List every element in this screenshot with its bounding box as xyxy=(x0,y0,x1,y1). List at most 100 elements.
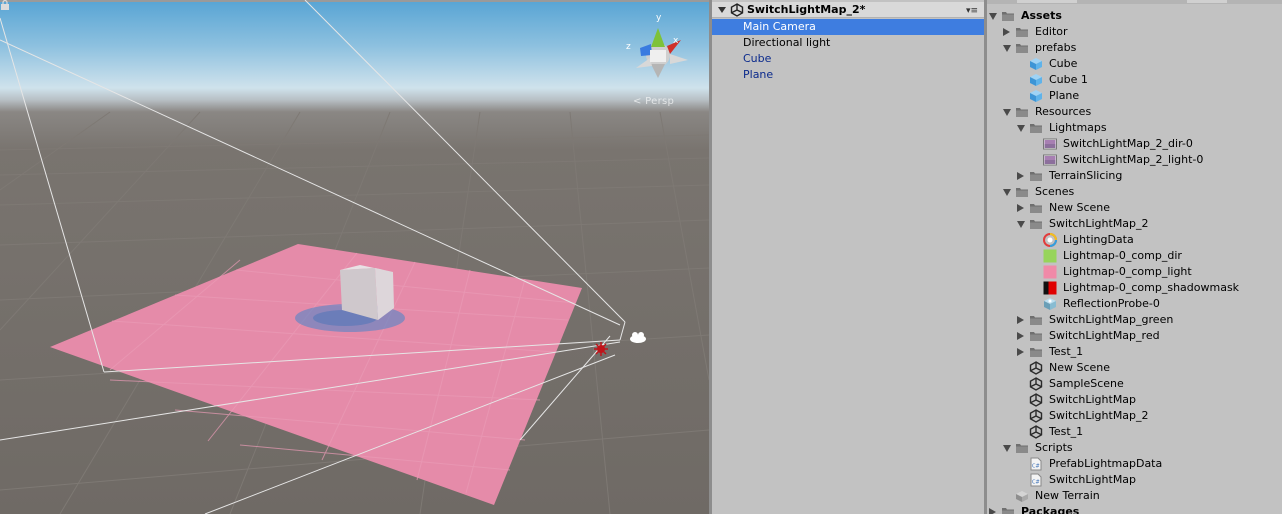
project-item-label: Lightmap-0_comp_dir xyxy=(1063,249,1182,262)
hierarchy-item-label: Main Camera xyxy=(743,20,816,33)
collapse-triangle-icon[interactable] xyxy=(1003,28,1010,36)
project-folder-item[interactable]: Lightmaps xyxy=(987,120,1282,136)
project-folder-item[interactable]: prefabs xyxy=(987,40,1282,56)
folder-icon xyxy=(1001,9,1015,23)
hierarchy-item-label: Plane xyxy=(743,68,774,81)
scene-viewport[interactable]: y x z xyxy=(0,0,709,514)
scene-view[interactable]: y x z < Persp xyxy=(0,0,709,514)
project-asset-item[interactable]: Lightmap-0_comp_shadowmask xyxy=(987,280,1282,296)
collapse-triangle-icon[interactable] xyxy=(718,7,726,13)
project-folder-item[interactable]: TerrainSlicing xyxy=(987,168,1282,184)
project-asset-item[interactable]: Cube xyxy=(987,56,1282,72)
collapse-triangle-icon[interactable] xyxy=(1017,204,1024,212)
svg-text:C#: C# xyxy=(1032,464,1040,470)
texture-icon xyxy=(1043,137,1057,151)
lock-icon[interactable] xyxy=(0,0,10,10)
hierarchy-item[interactable]: Main Camera xyxy=(712,19,984,35)
project-item-label: prefabs xyxy=(1035,41,1077,54)
plane-object[interactable] xyxy=(50,244,582,505)
expand-triangle-icon[interactable] xyxy=(1003,445,1011,452)
hierarchy-scene-header[interactable]: SwitchLightMap_2* ▾≡ xyxy=(712,2,984,18)
expand-triangle-icon[interactable] xyxy=(1003,189,1011,196)
folder-icon xyxy=(1029,169,1043,183)
project-item-label: PrefabLightmapData xyxy=(1049,457,1163,470)
collapse-triangle-icon[interactable] xyxy=(1017,332,1024,340)
project-asset-item[interactable]: Lightmap-0_comp_dir xyxy=(987,248,1282,264)
expand-triangle-icon[interactable] xyxy=(1003,109,1011,116)
project-item-label: Lightmap-0_comp_light xyxy=(1063,265,1192,278)
gizmo-x-label: x xyxy=(673,36,679,46)
project-asset-item[interactable]: New Scene xyxy=(987,360,1282,376)
project-asset-item[interactable]: LightingData xyxy=(987,232,1282,248)
projection-toggle[interactable]: < Persp xyxy=(633,96,674,107)
unity-scene-icon xyxy=(1029,425,1043,439)
project-folder-item[interactable]: Resources xyxy=(987,104,1282,120)
project-folder-item[interactable]: Packages xyxy=(987,504,1282,514)
project-asset-item[interactable]: SampleScene xyxy=(987,376,1282,392)
project-folder-item[interactable]: Scripts xyxy=(987,440,1282,456)
unity-scene-icon xyxy=(730,3,744,17)
project-folder-item[interactable]: SwitchLightMap_red xyxy=(987,328,1282,344)
project-folder-item[interactable]: SwitchLightMap_green xyxy=(987,312,1282,328)
project-item-label: SwitchLightMap_red xyxy=(1049,329,1160,342)
project-folder-item[interactable]: New Scene xyxy=(987,200,1282,216)
project-asset-item[interactable]: SwitchLightMap_2_dir-0 xyxy=(987,136,1282,152)
project-asset-item[interactable]: C# SwitchLightMap xyxy=(987,472,1282,488)
project-item-label: Lightmaps xyxy=(1049,121,1107,134)
hierarchy-item[interactable]: Cube xyxy=(712,51,984,67)
expand-triangle-icon[interactable] xyxy=(989,13,997,20)
folder-icon xyxy=(1029,201,1043,215)
project-asset-item[interactable]: SwitchLightMap xyxy=(987,392,1282,408)
project-asset-item[interactable]: Plane xyxy=(987,88,1282,104)
expand-triangle-icon[interactable] xyxy=(1017,221,1025,228)
folder-icon xyxy=(1015,105,1029,119)
project-panel: Assets Editor prefabs Cube Cube 1 Plane Resour… xyxy=(987,0,1282,514)
project-folder-item[interactable]: Test_1 xyxy=(987,344,1282,360)
project-item-label: New Terrain xyxy=(1035,489,1100,502)
hierarchy-item-label: Directional light xyxy=(743,36,831,49)
hierarchy-menu-icon[interactable]: ▾≡ xyxy=(966,3,978,19)
cs-script-icon: C# xyxy=(1029,457,1043,471)
project-item-label: Scenes xyxy=(1035,185,1075,198)
project-item-label: SwitchLightMap_green xyxy=(1049,313,1174,326)
project-asset-item[interactable]: SwitchLightMap_2 xyxy=(987,408,1282,424)
folder-icon xyxy=(1015,185,1029,199)
project-asset-item[interactable]: ReflectionProbe-0 xyxy=(987,296,1282,312)
project-item-label: Test_1 xyxy=(1049,345,1084,358)
folder-icon xyxy=(1029,217,1043,231)
camera-gizmo-icon[interactable] xyxy=(630,332,646,343)
folder-icon xyxy=(1029,121,1043,135)
project-asset-item[interactable]: Test_1 xyxy=(987,424,1282,440)
cs-script-icon: C# xyxy=(1029,473,1043,487)
project-item-label: TerrainSlicing xyxy=(1049,169,1123,182)
project-item-label: New Scene xyxy=(1049,361,1111,374)
texture-icon xyxy=(1043,153,1057,167)
project-asset-item[interactable]: Lightmap-0_comp_light xyxy=(987,264,1282,280)
hierarchy-item[interactable]: Directional light xyxy=(712,35,984,51)
collapse-triangle-icon[interactable] xyxy=(1017,316,1024,324)
project-asset-item[interactable]: C# PrefabLightmapData xyxy=(987,456,1282,472)
terrain-icon xyxy=(1015,489,1029,503)
project-folder-item[interactable]: Editor xyxy=(987,24,1282,40)
hierarchy-item[interactable]: Plane xyxy=(712,67,984,83)
folder-icon xyxy=(1001,505,1015,514)
project-item-label: SwitchLightMap_2_dir-0 xyxy=(1063,137,1193,150)
project-asset-item[interactable]: SwitchLightMap_2_light-0 xyxy=(987,152,1282,168)
project-folder-item[interactable]: SwitchLightMap_2 xyxy=(987,216,1282,232)
collapse-triangle-icon[interactable] xyxy=(989,508,996,514)
project-folder-item[interactable]: Scenes xyxy=(987,184,1282,200)
folder-icon xyxy=(1015,441,1029,455)
project-folder-item[interactable]: Assets xyxy=(987,8,1282,24)
project-asset-item[interactable]: New Terrain xyxy=(987,488,1282,504)
collapse-triangle-icon[interactable] xyxy=(1017,348,1024,356)
unity-scene-icon xyxy=(1029,377,1043,391)
expand-triangle-icon[interactable] xyxy=(1017,125,1025,132)
collapse-triangle-icon[interactable] xyxy=(1017,172,1024,180)
lighting-data-icon xyxy=(1043,233,1057,247)
unity-scene-icon xyxy=(1029,361,1043,375)
expand-triangle-icon[interactable] xyxy=(1003,45,1011,52)
project-asset-item[interactable]: Cube 1 xyxy=(987,72,1282,88)
orientation-gizmo[interactable] xyxy=(636,28,688,78)
directional-light-gizmo-icon[interactable] xyxy=(594,342,608,356)
prefab-icon xyxy=(1029,57,1043,71)
